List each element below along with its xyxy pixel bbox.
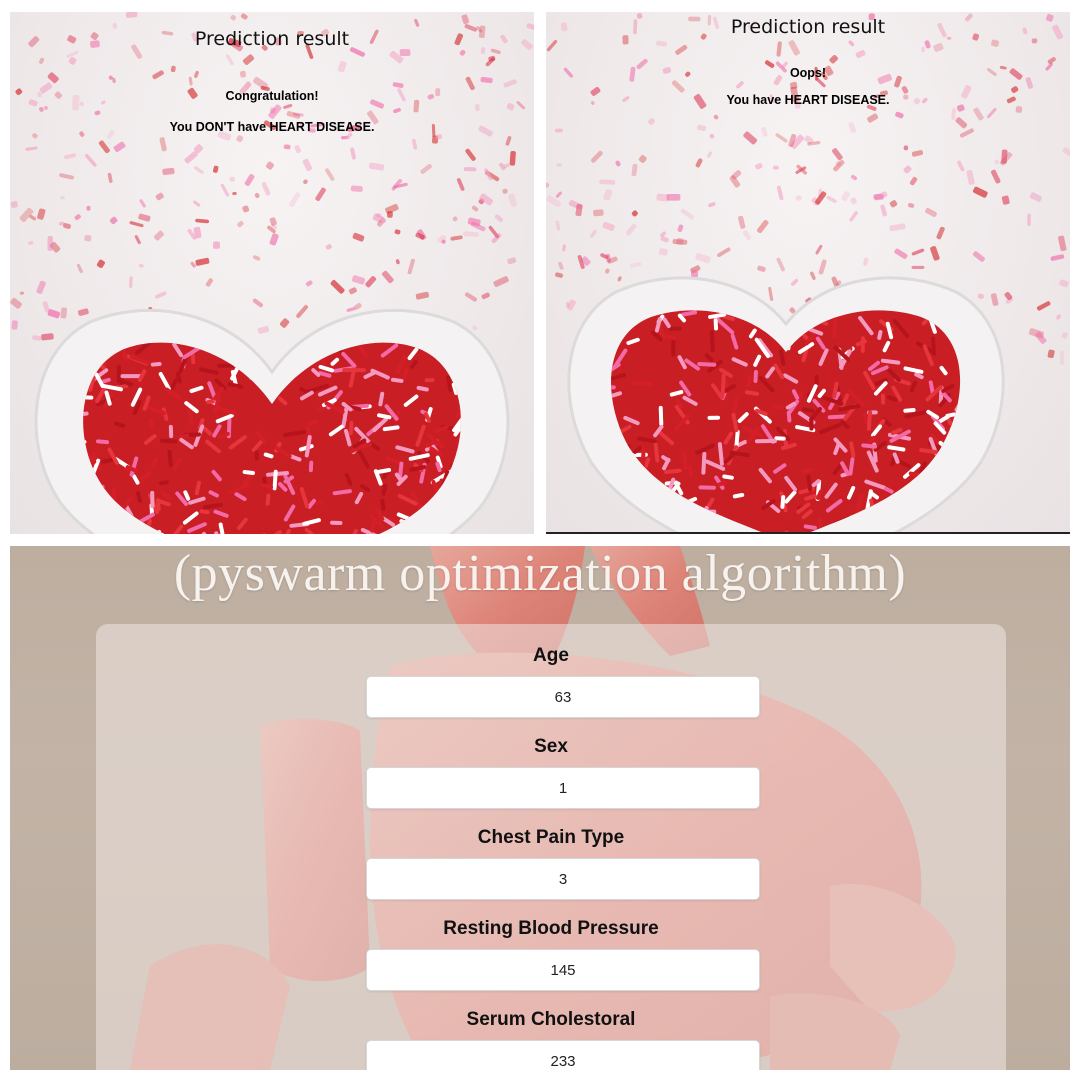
sprinkle bbox=[1003, 335, 1020, 349]
serum-cholestoral-input[interactable] bbox=[366, 1040, 760, 1070]
sex-label: Sex bbox=[534, 736, 568, 757]
sprinkle bbox=[330, 520, 343, 526]
sprinkle bbox=[585, 482, 602, 491]
sprinkle bbox=[150, 490, 155, 509]
sprinkle bbox=[632, 381, 654, 386]
result-headline: Congratulation! bbox=[225, 89, 319, 103]
sprinkle bbox=[996, 466, 1017, 476]
sprinkle bbox=[713, 318, 719, 331]
sprinkle bbox=[959, 494, 961, 514]
sprinkle bbox=[698, 485, 716, 490]
sprinkle bbox=[583, 507, 600, 528]
algorithm-title: (pyswarm optimization algorithm) bbox=[173, 546, 907, 602]
sprinkle bbox=[424, 378, 435, 383]
result-message: You have HEART DISEASE. bbox=[726, 93, 890, 107]
sprinkle bbox=[983, 311, 1007, 317]
sprinkle bbox=[266, 354, 281, 361]
sprinkle bbox=[254, 450, 259, 461]
result-panel-negative: Prediction result Congratulation! You DO… bbox=[10, 12, 534, 534]
serum-cholestoral-label: Serum Cholestoral bbox=[466, 1009, 636, 1030]
heart-bowl-image bbox=[567, 276, 1033, 534]
sprinkle bbox=[668, 326, 682, 331]
sprinkle bbox=[994, 519, 1000, 534]
sprinkle bbox=[730, 532, 739, 534]
sprinkle bbox=[753, 369, 758, 384]
sprinkle bbox=[479, 511, 485, 531]
sprinkle bbox=[991, 325, 1014, 330]
sprinkle bbox=[582, 461, 587, 485]
sprinkle bbox=[1010, 453, 1024, 467]
age-label: Age bbox=[533, 645, 569, 666]
sprinkle bbox=[1002, 490, 1020, 503]
sprinkle bbox=[998, 325, 1014, 333]
sprinkle bbox=[987, 475, 1008, 493]
sprinkle bbox=[709, 330, 715, 353]
sprinkle bbox=[832, 315, 838, 339]
form-card: Age Sex Chest Pain Type Resting Blood Pr… bbox=[96, 624, 1006, 1070]
sprinkle bbox=[592, 509, 609, 527]
age-input[interactable] bbox=[366, 676, 760, 718]
sprinkle bbox=[611, 493, 617, 504]
sprinkle bbox=[885, 533, 896, 534]
sprinkle bbox=[1006, 359, 1019, 374]
sprinkle bbox=[754, 438, 777, 444]
sprinkle bbox=[809, 418, 814, 431]
sprinkle bbox=[589, 510, 595, 534]
sprinkle bbox=[974, 503, 983, 518]
result-headline: Oops! bbox=[789, 66, 827, 80]
sprinkle bbox=[909, 530, 924, 532]
sprinkle bbox=[671, 338, 676, 357]
sprinkle bbox=[623, 515, 641, 521]
prediction-title: Prediction result bbox=[730, 16, 886, 38]
chest-pain-type-input[interactable] bbox=[366, 858, 760, 900]
sprinkle bbox=[982, 480, 994, 492]
sprinkle bbox=[590, 494, 601, 500]
sprinkle bbox=[42, 519, 56, 534]
sprinkle bbox=[642, 530, 652, 532]
sprinkle bbox=[646, 530, 655, 532]
sprinkle bbox=[880, 393, 886, 405]
sprinkle bbox=[1011, 370, 1033, 375]
prediction-form-section: (pyswarm optimization algorithm) Age Sex… bbox=[10, 546, 1070, 1070]
prediction-title: Prediction result bbox=[194, 28, 350, 50]
chest-pain-type-label: Chest Pain Type bbox=[477, 827, 625, 848]
sprinkle bbox=[266, 349, 276, 364]
sprinkle bbox=[120, 374, 142, 379]
sprinkle bbox=[954, 522, 961, 532]
sprinkle bbox=[308, 460, 314, 473]
sprinkle bbox=[997, 471, 1017, 491]
sprinkle bbox=[994, 498, 1007, 518]
sprinkle bbox=[597, 484, 611, 499]
sprinkle bbox=[168, 424, 174, 439]
sprinkle bbox=[993, 438, 1006, 451]
sprinkle bbox=[1014, 422, 1020, 436]
sprinkle bbox=[64, 526, 70, 534]
sprinkle bbox=[995, 507, 1007, 517]
sprinkle bbox=[992, 457, 1009, 474]
resting-blood-pressure-label: Resting Blood Pressure bbox=[443, 918, 659, 939]
result-panel-positive: Prediction result Oops! You have HEART D… bbox=[546, 12, 1070, 534]
sprinkle bbox=[1011, 459, 1023, 471]
sprinkle bbox=[576, 467, 589, 472]
sprinkle bbox=[67, 524, 79, 534]
sprinkle bbox=[611, 499, 613, 509]
sprinkle bbox=[955, 491, 961, 506]
sprinkle bbox=[993, 453, 1007, 461]
sprinkle bbox=[50, 524, 70, 534]
sprinkle bbox=[595, 515, 610, 530]
result-message: You DON'T have HEART DISEASE. bbox=[169, 120, 375, 134]
sprinkle bbox=[1012, 485, 1030, 496]
resting-blood-pressure-input[interactable] bbox=[366, 949, 760, 991]
sprinkle bbox=[484, 521, 507, 527]
sprinkle bbox=[779, 533, 794, 534]
sprinkle bbox=[658, 405, 664, 427]
sprinkle bbox=[707, 415, 721, 420]
sex-input[interactable] bbox=[366, 767, 760, 809]
sprinkle bbox=[981, 484, 1003, 489]
sprinkle bbox=[631, 515, 642, 522]
